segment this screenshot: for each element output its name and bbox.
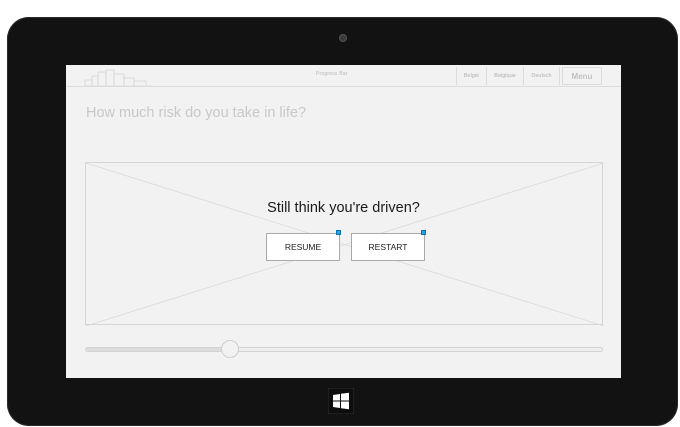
image-placeholder-icon: [86, 163, 604, 326]
risk-slider-fill: [86, 348, 231, 351]
windows-logo-icon[interactable]: [328, 388, 354, 414]
selection-marker-icon: [336, 230, 341, 235]
language-tab-belgique[interactable]: Belgique: [486, 67, 523, 85]
language-tab-belgie[interactable]: België: [456, 67, 486, 85]
language-tab-deutsch[interactable]: Deutsch: [523, 67, 560, 85]
restart-button[interactable]: RESTART: [351, 233, 425, 261]
progress-bar-label: Progress Bar: [316, 71, 348, 77]
camera-icon: [339, 34, 347, 42]
risk-slider-track[interactable]: [85, 347, 603, 352]
resume-button[interactable]: RESUME: [266, 233, 340, 261]
top-bar: Progress Bar België Belgique Deutsch Men…: [66, 65, 621, 87]
selection-marker-icon: [421, 230, 426, 235]
dialog-title: Still think you're driven?: [267, 200, 420, 216]
menu-button[interactable]: Menu: [562, 67, 602, 85]
risk-slider-thumb[interactable]: [221, 340, 240, 358]
image-placeholder: [85, 162, 604, 326]
question-heading: How much risk do you take in life?: [86, 105, 307, 121]
city-skyline-logo-icon: [84, 69, 152, 86]
app-screen: Progress Bar België Belgique Deutsch Men…: [66, 65, 621, 378]
